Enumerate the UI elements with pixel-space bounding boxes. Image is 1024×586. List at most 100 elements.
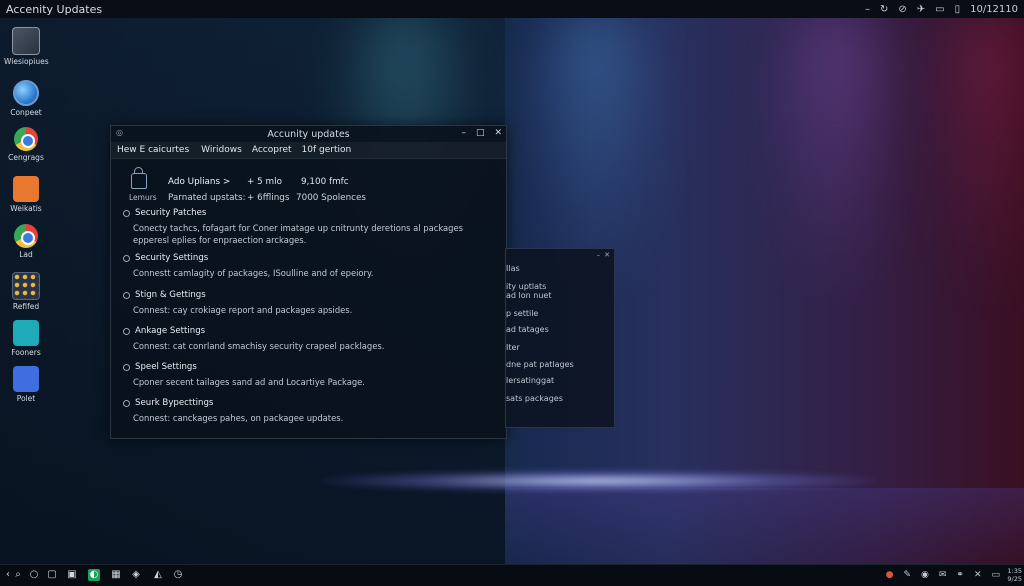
menu-item[interactable]: Accopret: [252, 145, 292, 155]
radio-icon[interactable]: [123, 363, 130, 371]
close-button[interactable]: ✕: [494, 128, 502, 138]
blue-app-icon: [13, 366, 39, 392]
stage-glow: [320, 470, 880, 492]
section-stign-gettings[interactable]: Stign & Gettings Connest: cay crokiage r…: [123, 290, 352, 316]
refresh-icon[interactable]: ↻: [880, 4, 888, 15]
shield-icon[interactable]: ◉: [921, 570, 929, 580]
top-tray: – ↻ ⊘ ✈ ▭ ▯ 10/12110: [865, 0, 1018, 18]
section-desc: epperesl eplies for enpraection arckages…: [133, 235, 307, 245]
chrome-icon: [14, 224, 38, 248]
menu-item[interactable]: 10f gertion: [302, 145, 352, 155]
edge-icon[interactable]: ◐: [88, 569, 100, 581]
desktop-icon-label: Weikatis: [10, 204, 42, 213]
desktop-icon-label: Polet: [16, 394, 36, 403]
monitor-icon: [12, 27, 40, 55]
desktop-icon-label: Wiesiopiues: [4, 57, 49, 66]
orange-app-icon: [13, 176, 39, 202]
task-view-icon[interactable]: ▢: [46, 569, 58, 581]
section-title: Security Settings: [135, 253, 209, 263]
window-line: Ilas: [506, 264, 520, 273]
window-line: Iter: [506, 343, 520, 352]
section-security-patches[interactable]: Security Patches Conecty tachcs, fofagar…: [123, 208, 463, 246]
window-titlebar[interactable]: ◎ Accunity updates – □ ✕: [111, 126, 506, 142]
app-icon[interactable]: ◈: [130, 569, 142, 581]
window-line: sats packages: [506, 394, 563, 403]
mail-icon[interactable]: ✉: [939, 570, 947, 580]
section-ankage-settings[interactable]: Ankage Settings Connest: cat conrland sm…: [123, 326, 384, 352]
chrome-icon: [14, 127, 38, 151]
desktop-icon-conpeet[interactable]: Conpeet: [4, 80, 48, 117]
update-summary: Lemurs Ado Uplians > + 5 mlo 9,100 fmfc …: [111, 159, 506, 209]
section-security-settings[interactable]: Security Settings Connestt camlagity of …: [123, 253, 373, 279]
section-desc: Connestt camlagity of packages, ISoullin…: [133, 268, 374, 278]
alert-icon[interactable]: ●: [886, 570, 894, 580]
radio-icon[interactable]: [123, 291, 130, 299]
radio-icon[interactable]: [123, 254, 130, 262]
radio-icon[interactable]: [123, 399, 130, 407]
light-beam: [760, 18, 910, 308]
taskbar: ‹ ⌕ ○ ▢ ▣ ◐ ▦ ◈ ◭ ◷ ● ✎ ◉ ✉ ⚭ ✕ ▭ 1:35 9…: [0, 564, 1024, 586]
close-button[interactable]: ✕: [604, 251, 610, 259]
photo-icon[interactable]: ◭: [152, 569, 164, 581]
summary-link[interactable]: Ado Uplians >: [168, 177, 230, 187]
desktop-icon-label: Conpeet: [10, 108, 42, 117]
summary-value: + 5 mlo: [247, 177, 282, 187]
maximize-button[interactable]: □: [476, 128, 485, 138]
window-title: Accenity Updates: [6, 2, 103, 16]
minimize-button[interactable]: –: [461, 128, 466, 138]
window-line: lersatinggat: [506, 376, 555, 385]
desktop-icon-label: Cengrags: [8, 153, 44, 162]
section-seurk-bypecttings[interactable]: Seurk Bypecttings Connest: canckages pah…: [123, 398, 343, 424]
taskbar-clock[interactable]: 1:35 9/25: [1007, 567, 1022, 583]
window-icon[interactable]: ▣: [66, 569, 78, 581]
summary-label: Parnated upstats:: [168, 193, 246, 203]
stage-floor: [505, 488, 1024, 564]
section-title: Stign & Gettings: [135, 290, 206, 300]
section-desc: Connest: canckages pahes, on packagee up…: [133, 413, 344, 423]
monitor-icon[interactable]: ▭: [991, 570, 1000, 580]
desktop-icon-polet[interactable]: Polet: [4, 366, 48, 403]
store-icon[interactable]: ▦: [110, 569, 122, 581]
desktop-icon-fooners[interactable]: Fooners: [4, 320, 48, 357]
clock-icon[interactable]: ◷: [172, 569, 184, 581]
section-desc: Connest: cay crokiage report and package…: [133, 305, 353, 315]
grid-app-icon: [12, 272, 40, 300]
radio-icon[interactable]: [123, 327, 130, 335]
desktop-icon-weikatis[interactable]: Weikatis: [4, 176, 48, 213]
desktop-icon-cengrags[interactable]: Cengrags: [4, 127, 48, 162]
circle-icon[interactable]: ○: [28, 569, 40, 581]
window-line: ad lon nuet: [506, 291, 552, 300]
mute-icon[interactable]: ✕: [974, 570, 982, 580]
minimize-button[interactable]: –: [597, 251, 601, 259]
desktop-icon-label: Lad: [19, 250, 33, 259]
desktop-icon-label: Refifed: [12, 302, 40, 311]
window-line: dne pat patlages: [506, 360, 574, 369]
secondary-window: – ✕ Ilas ity uptlats ad lon nuet p setti…: [505, 248, 615, 428]
desktop-icon-label: Fooners: [11, 348, 41, 357]
clock-date: 9/25: [1007, 575, 1022, 583]
desktop-icon-lad[interactable]: Lad: [4, 224, 48, 259]
section-speel-settings[interactable]: Speel Settings Cponer secent tailages sa…: [123, 362, 365, 388]
desktop-icon-wiesiopiues[interactable]: Wiesiopiues: [4, 27, 49, 66]
light-beam: [930, 18, 1024, 308]
menu-item[interactable]: Wiridows: [201, 145, 242, 155]
section-desc: Conecty tachcs, fofagart for Coner imata…: [133, 223, 463, 233]
section-title: Security Patches: [135, 208, 207, 218]
top-bar: Accenity Updates – ↻ ⊘ ✈ ▭ ▯ 10/12110: [0, 0, 1024, 18]
menu-bar: Hew E caicurtes Wiridows Accopret 10f ge…: [111, 142, 506, 159]
minus-icon[interactable]: –: [865, 4, 870, 15]
top-clock: 10/12110: [970, 3, 1018, 15]
section-title: Seurk Bypecttings: [135, 398, 214, 408]
network-icon[interactable]: ✈: [917, 4, 925, 15]
lock-icon: [131, 167, 147, 189]
compass-icon[interactable]: ⊘: [898, 4, 906, 15]
desktop-icon-refifed[interactable]: Refifed: [4, 272, 48, 311]
link-icon[interactable]: ⚭: [956, 570, 964, 580]
radio-icon[interactable]: [123, 209, 130, 217]
search-icon[interactable]: ⌕: [12, 569, 24, 581]
pen-icon[interactable]: ✎: [903, 570, 911, 580]
battery-icon[interactable]: ▭: [935, 4, 944, 15]
clock-time: 1:35: [1007, 567, 1022, 575]
bluetooth-icon[interactable]: ▯: [955, 4, 961, 15]
menu-item[interactable]: Hew E caicurtes: [117, 145, 189, 155]
